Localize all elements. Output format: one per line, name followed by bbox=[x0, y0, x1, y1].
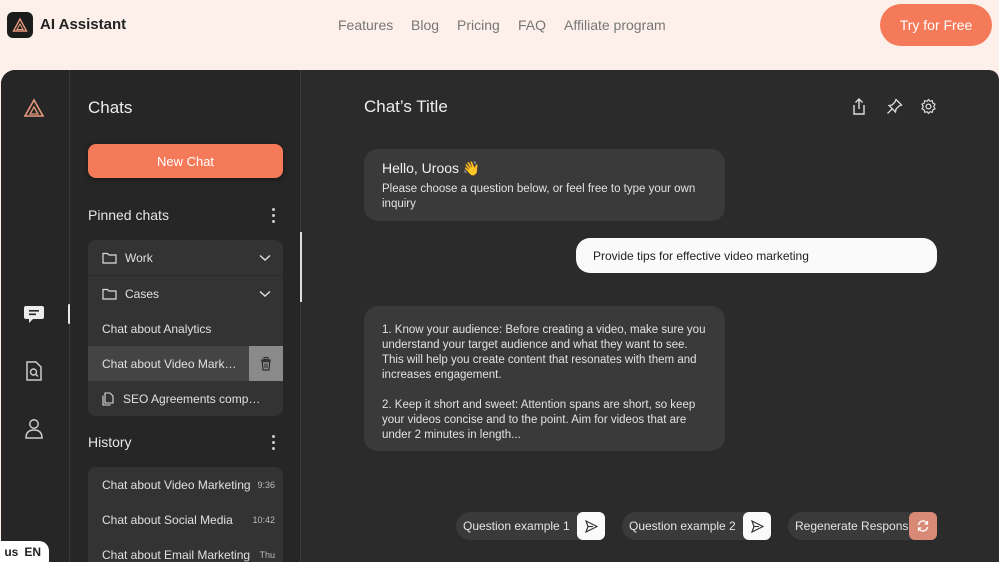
folder-label: Cases bbox=[125, 286, 160, 301]
send-icon[interactable] bbox=[577, 512, 605, 540]
answer-paragraph-1: 1. Know your audience: Before creating a… bbox=[382, 324, 706, 381]
top-navbar: AI Assistant Features Blog Pricing FAQ A… bbox=[0, 0, 999, 64]
chat-label: SEO Agreements comparison bbox=[123, 391, 263, 406]
brand-logo-icon[interactable] bbox=[7, 12, 33, 38]
send-icon[interactable] bbox=[743, 512, 771, 540]
chat-time: 9:36 bbox=[257, 479, 275, 490]
pinned-chat-analytics[interactable]: Chat about Analytics bbox=[88, 311, 283, 346]
sidebar-title: Chats bbox=[88, 98, 133, 117]
app-window: Chats New Chat Pinned chats Work Cases C… bbox=[1, 70, 999, 562]
pinned-folder-cases[interactable]: Cases bbox=[88, 276, 283, 311]
folder-label: Work bbox=[125, 250, 153, 265]
chat-time: Thu bbox=[259, 549, 275, 560]
greeting-text: Please choose a question below, or feel … bbox=[382, 183, 696, 210]
pin-icon[interactable] bbox=[886, 98, 903, 120]
regenerate-response-chip[interactable]: Regenerate Response bbox=[788, 512, 937, 540]
history-list: Chat about Video Marketing 9:36 Chat abo… bbox=[88, 467, 283, 562]
document-search-icon[interactable] bbox=[23, 360, 45, 387]
chat-label: Chat about Video Marketing bbox=[102, 477, 251, 492]
pinned-chats-heading: Pinned chats bbox=[88, 207, 169, 223]
brand-name[interactable]: AI Assistant bbox=[40, 16, 126, 33]
chip-label: Regenerate Response bbox=[795, 519, 916, 533]
nav-link-features[interactable]: Features bbox=[338, 17, 393, 33]
greeting-title: Hello, Uroos 👋 bbox=[382, 160, 481, 176]
pinned-doc-seo[interactable]: SEO Agreements comparison bbox=[88, 381, 283, 416]
nav-link-faq[interactable]: FAQ bbox=[518, 17, 546, 33]
user-icon[interactable] bbox=[23, 417, 45, 444]
question-example-1-chip[interactable]: Question example 1 bbox=[456, 512, 605, 540]
chip-label: Question example 2 bbox=[629, 519, 736, 533]
question-example-2-chip[interactable]: Question example 2 bbox=[622, 512, 771, 540]
logo-icon[interactable] bbox=[23, 98, 45, 123]
chevron-down-icon[interactable] bbox=[259, 287, 271, 301]
folder-icon bbox=[102, 288, 117, 300]
chat-time: 10:42 bbox=[252, 514, 275, 525]
pinned-folder-work[interactable]: Work bbox=[88, 240, 283, 275]
try-for-free-button[interactable]: Try for Free bbox=[880, 4, 992, 46]
greeting-bubble: Hello, Uroos 👋 Please choose a question … bbox=[364, 149, 725, 221]
nav-link-pricing[interactable]: Pricing bbox=[457, 17, 500, 33]
pinned-more-icon[interactable] bbox=[272, 208, 276, 226]
language-code: EN bbox=[24, 544, 41, 559]
history-heading: History bbox=[88, 434, 132, 450]
icon-rail bbox=[1, 70, 71, 562]
nav-link-affiliate[interactable]: Affiliate program bbox=[564, 17, 666, 33]
settings-gear-icon[interactable] bbox=[920, 98, 937, 120]
history-item[interactable]: Chat about Email Marketing Thu bbox=[88, 537, 283, 562]
language-switcher[interactable]: us EN bbox=[0, 541, 49, 562]
chip-label: Question example 1 bbox=[463, 519, 570, 533]
history-item[interactable]: Chat about Video Marketing 9:36 bbox=[88, 467, 283, 502]
chat-label: Chat about Video Marketing bbox=[102, 356, 238, 371]
trash-icon[interactable] bbox=[249, 346, 283, 381]
language-prefix: us bbox=[4, 544, 19, 559]
chat-title: Chat’s Title bbox=[364, 97, 448, 116]
user-message-bubble: Provide tips for effective video marketi… bbox=[576, 238, 937, 273]
chat-icon[interactable] bbox=[23, 303, 45, 330]
answer-paragraph-2: 2. Keep it short and sweet: Attention sp… bbox=[382, 399, 696, 441]
chats-sidebar: Chats New Chat Pinned chats Work Cases C… bbox=[70, 70, 301, 562]
chevron-down-icon[interactable] bbox=[259, 251, 271, 265]
history-more-icon[interactable] bbox=[272, 435, 276, 453]
folder-icon bbox=[102, 252, 117, 264]
nav-link-blog[interactable]: Blog bbox=[411, 17, 439, 33]
refresh-icon[interactable] bbox=[909, 512, 937, 540]
sidebar-scrollbar[interactable] bbox=[300, 232, 302, 302]
new-chat-button[interactable]: New Chat bbox=[88, 144, 283, 178]
pinned-list: Work Cases Chat about Analytics Chat abo… bbox=[88, 240, 283, 416]
share-icon[interactable] bbox=[852, 98, 866, 120]
chat-label: Chat about Analytics bbox=[102, 321, 212, 336]
history-item[interactable]: Chat about Social Media 10:42 bbox=[88, 502, 283, 537]
assistant-answer-bubble: 1. Know your audience: Before creating a… bbox=[364, 306, 725, 451]
chat-label: Chat about Email Marketing bbox=[102, 547, 251, 562]
pinned-chat-video-marketing[interactable]: Chat about Video Marketing bbox=[88, 346, 283, 381]
chat-label: Chat about Social Media bbox=[102, 512, 233, 527]
document-icon bbox=[102, 391, 115, 406]
